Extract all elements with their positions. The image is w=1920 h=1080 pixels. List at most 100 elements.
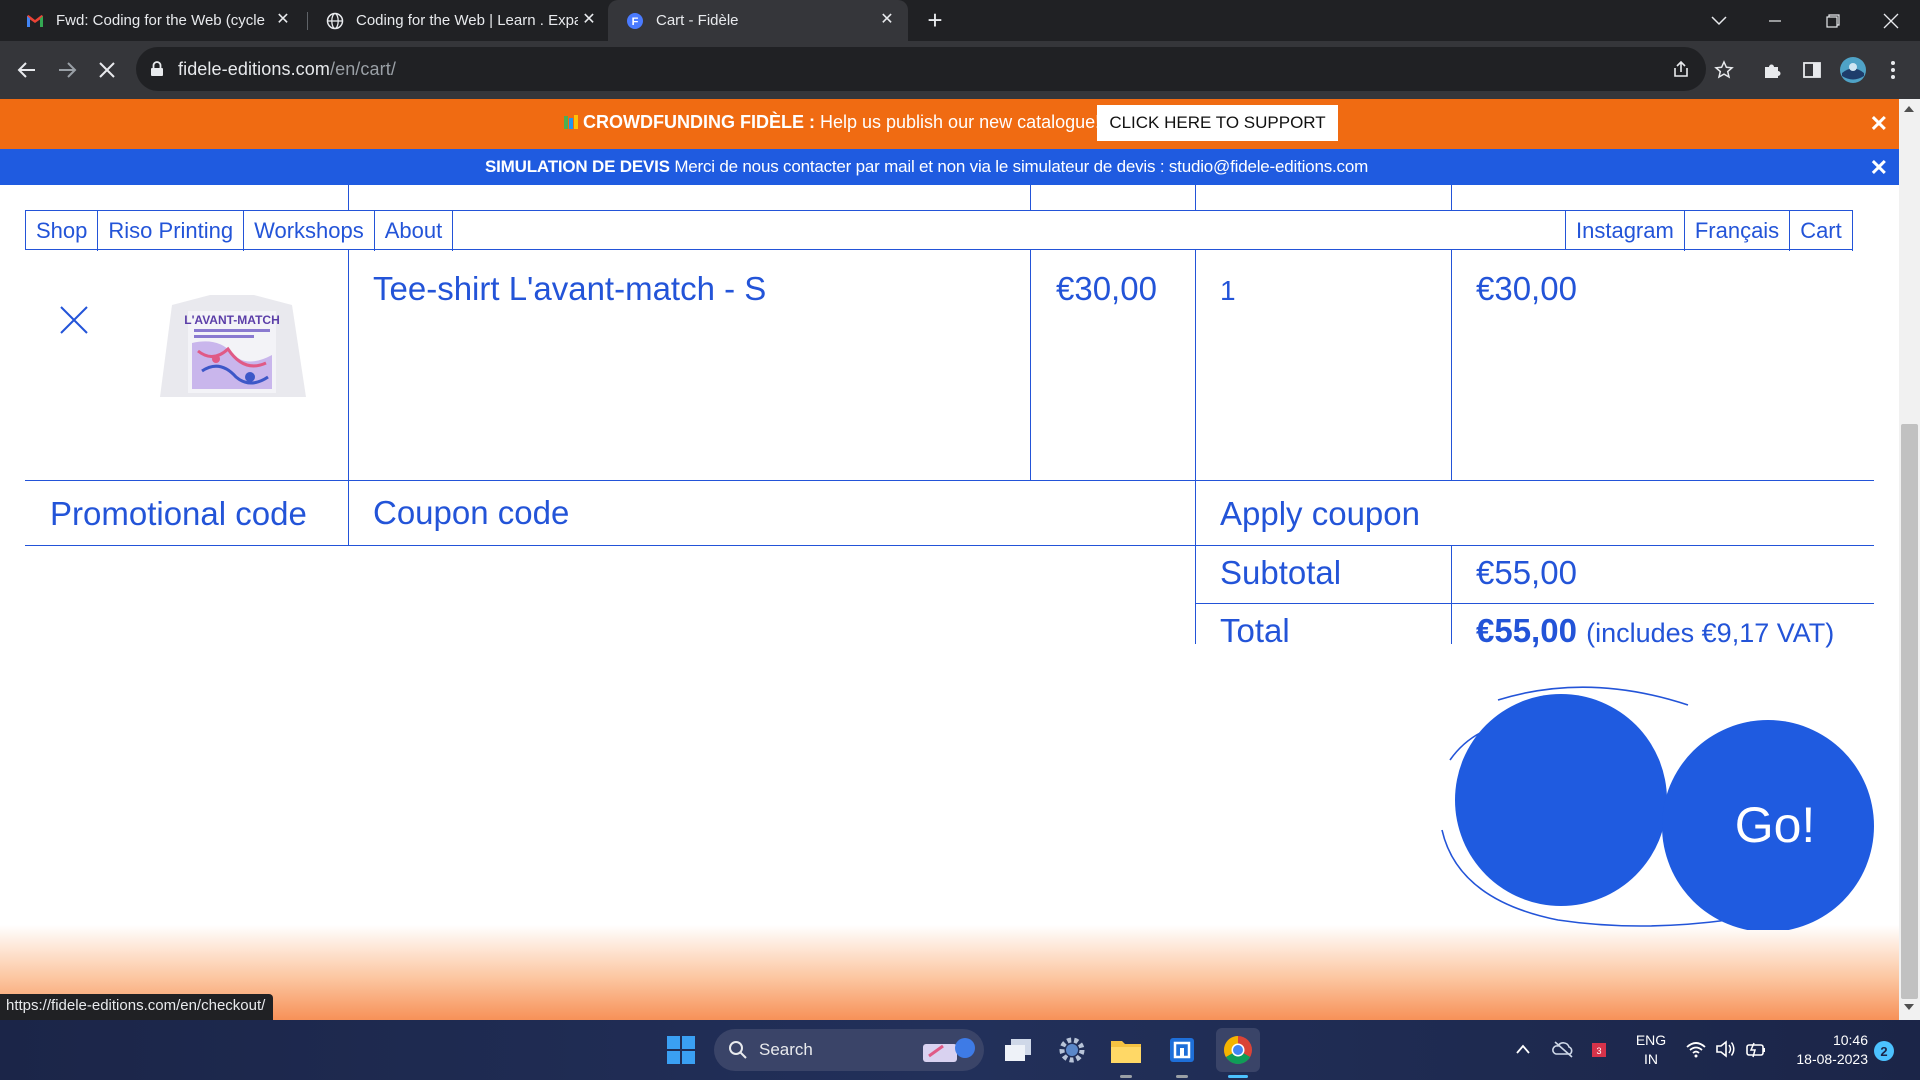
- remove-item-icon[interactable]: [59, 305, 89, 335]
- nav-workshops[interactable]: Workshops: [244, 211, 375, 251]
- file-explorer-app[interactable]: [1104, 1028, 1148, 1072]
- quote-text: Merci de nous contacter par mail et non …: [669, 157, 1369, 176]
- quote-message: SIMULATION DE DEVIS Merci de nous contac…: [485, 157, 1368, 177]
- minimize-button[interactable]: [1746, 0, 1804, 41]
- task-view-button[interactable]: [996, 1028, 1040, 1072]
- svg-text:F: F: [632, 16, 639, 28]
- running-indicator: [1176, 1075, 1188, 1078]
- tab-coding-for-the-web[interactable]: Coding for the Web | Learn . Expa ✕: [308, 0, 608, 41]
- input-language[interactable]: ENG IN: [1630, 1031, 1672, 1069]
- profile-avatar[interactable]: [1839, 56, 1867, 84]
- speaker-icon[interactable]: [1715, 1039, 1737, 1059]
- app-window-icon: [1170, 1038, 1194, 1062]
- active-indicator: [1228, 1075, 1248, 1078]
- forward-button[interactable]: [53, 56, 81, 84]
- tab-cart-fidele[interactable]: F Cart - Fidèle ✕: [608, 0, 908, 41]
- chevron-up-icon[interactable]: [1515, 1042, 1531, 1056]
- side-panel-button[interactable]: [1798, 56, 1826, 84]
- bookmark-star-button[interactable]: [1710, 56, 1738, 84]
- svg-text:3: 3: [1596, 1046, 1601, 1056]
- tab-title: Coding for the Web | Learn . Expa: [356, 12, 578, 29]
- new-tab-button[interactable]: +: [922, 7, 948, 34]
- table-divider: [348, 250, 349, 545]
- scroll-down-icon[interactable]: [1904, 1004, 1914, 1010]
- apply-coupon-button[interactable]: Apply coupon: [1220, 495, 1420, 533]
- globe-icon: [326, 12, 344, 30]
- folder-icon: [1111, 1041, 1141, 1063]
- taskbar-search[interactable]: Search: [714, 1029, 984, 1071]
- address-bar[interactable]: fidele-editions.com/en/cart/: [136, 47, 1706, 91]
- scrollbar-thumb[interactable]: [1901, 424, 1918, 999]
- row-rule: [25, 545, 1874, 546]
- share-icon[interactable]: [1671, 59, 1691, 79]
- browser-toolbar: fidele-editions.com/en/cart/: [0, 41, 1920, 99]
- table-divider: [1195, 250, 1196, 644]
- quote-title: SIMULATION DE DEVIS: [485, 157, 670, 176]
- table-divider: [1195, 185, 1196, 210]
- item-name[interactable]: Tee-shirt L'avant-match - S: [373, 270, 766, 308]
- task-view-icon: [1005, 1039, 1031, 1061]
- restore-button[interactable]: [1804, 0, 1862, 41]
- app-tray-icon[interactable]: 3: [1590, 1039, 1610, 1059]
- close-icon[interactable]: ✕: [878, 11, 896, 29]
- product-thumbnail[interactable]: L'AVANT-MATCH: [158, 293, 306, 399]
- clock-date: 18-08-2023: [1796, 1051, 1868, 1067]
- settings-app[interactable]: [1050, 1028, 1094, 1072]
- windows-taskbar: Search 3 ENG IN 10:46 18-08-2023 2: [0, 1020, 1920, 1080]
- row-rule: [25, 480, 1874, 481]
- total-amount: €55,00 (includes €9,17 VAT): [1476, 612, 1834, 650]
- notification-badge[interactable]: 2: [1874, 1041, 1894, 1061]
- wifi-icon[interactable]: [1685, 1039, 1707, 1059]
- chrome-app[interactable]: [1216, 1028, 1260, 1072]
- page-scrollbar[interactable]: [1899, 99, 1920, 1020]
- support-button[interactable]: CLICK HERE TO SUPPORT: [1097, 105, 1338, 141]
- item-subtotal: €30,00: [1476, 270, 1577, 307]
- close-icon[interactable]: ✕: [274, 11, 292, 29]
- nav-shop[interactable]: Shop: [26, 211, 99, 251]
- checkout-button[interactable]: Go!: [1438, 680, 1878, 930]
- close-window-button[interactable]: [1862, 0, 1920, 41]
- arrow-right-icon: [59, 62, 77, 78]
- onedrive-offline-icon[interactable]: [1552, 1039, 1574, 1059]
- thumbnail-text: L'AVANT-MATCH: [184, 313, 280, 327]
- books-icon: [564, 115, 578, 129]
- table-divider: [1451, 250, 1452, 480]
- extensions-button[interactable]: [1758, 56, 1786, 84]
- screen: Fwd: Coding for the Web (cycle 1 ✕ Codin…: [0, 0, 1920, 1080]
- nav-instagram[interactable]: Instagram: [1566, 211, 1685, 251]
- start-button[interactable]: [659, 1028, 703, 1072]
- stop-loading-button[interactable]: [93, 56, 121, 84]
- running-indicator: [1120, 1075, 1132, 1078]
- footer-gradient: [0, 925, 1899, 1020]
- puzzle-icon: [1765, 64, 1781, 78]
- subtotal-value: €55,00: [1476, 554, 1577, 591]
- subtotal-label: Subtotal: [1220, 554, 1342, 591]
- close-icon[interactable]: ✕: [580, 11, 598, 29]
- back-button[interactable]: [13, 56, 41, 84]
- quantity-input[interactable]: 1: [1220, 275, 1236, 307]
- url-path: /en/cart/: [329, 59, 396, 79]
- table-divider: [1451, 545, 1452, 644]
- vat-note: (includes €9,17 VAT): [1586, 618, 1835, 648]
- menu-button[interactable]: [1879, 56, 1907, 84]
- search-icon: [729, 1041, 747, 1059]
- battery-icon[interactable]: [1745, 1039, 1767, 1059]
- coupon-input[interactable]: Coupon code: [373, 494, 569, 532]
- nav-cart[interactable]: Cart: [1790, 211, 1853, 251]
- nav-bottom-rule: [398, 249, 1566, 250]
- total-value: €55,00: [1476, 612, 1577, 649]
- clock[interactable]: 10:46 18-08-2023: [1778, 1031, 1868, 1069]
- nav-riso-printing[interactable]: Riso Printing: [98, 211, 245, 251]
- close-icon[interactable]: ✕: [1870, 111, 1888, 137]
- lang-bottom: IN: [1644, 1051, 1658, 1067]
- tab-search-button[interactable]: [1690, 0, 1748, 41]
- status-bar-url: https://fidele-editions.com/en/checkout/: [0, 994, 274, 1020]
- tab-title: Fwd: Coding for the Web (cycle 1: [56, 12, 270, 29]
- nav-language[interactable]: Français: [1685, 211, 1791, 251]
- tab-gmail[interactable]: Fwd: Coding for the Web (cycle 1 ✕: [0, 0, 306, 41]
- scroll-up-icon[interactable]: [1904, 106, 1914, 112]
- more-vertical-icon: [1891, 61, 1895, 79]
- nav-about[interactable]: About: [375, 211, 454, 251]
- close-icon[interactable]: ✕: [1870, 155, 1888, 181]
- remote-app[interactable]: [1160, 1028, 1204, 1072]
